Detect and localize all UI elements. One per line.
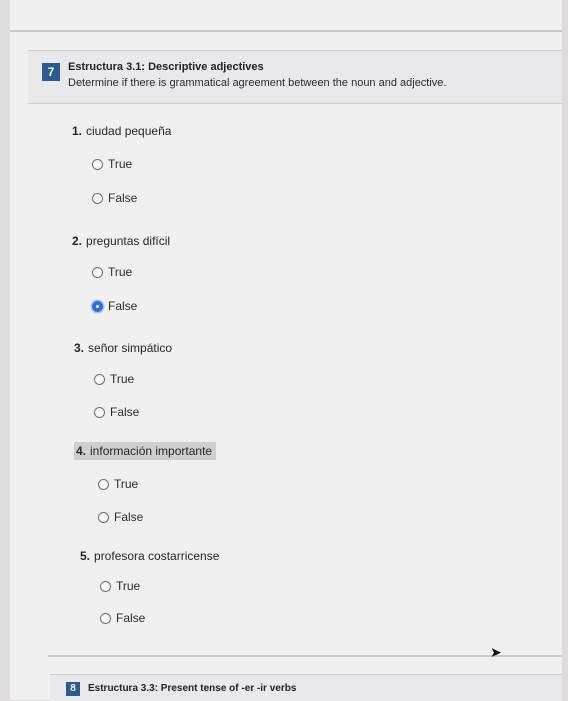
radio-icon[interactable]	[98, 511, 109, 523]
item-4-label: 4. información importante	[74, 442, 217, 460]
question-header: 7 Estructura 3.1: Descriptive adjectives…	[28, 50, 562, 104]
radio-icon[interactable]	[100, 612, 111, 624]
question-number-badge: 7	[42, 63, 60, 81]
item-3-option-false[interactable]: False	[94, 405, 139, 419]
radio-icon[interactable]	[92, 192, 103, 204]
item-1-option-false[interactable]: False	[92, 191, 137, 205]
question-title: Estructura 3.1: Descriptive adjectives	[68, 61, 264, 73]
radio-icon[interactable]	[98, 478, 109, 490]
quiz-page: 7 Estructura 3.1: Descriptive adjectives…	[10, 0, 562, 701]
radio-selected-icon[interactable]	[92, 300, 103, 312]
mouse-cursor-icon: ➤	[490, 644, 502, 660]
item-3-option-true[interactable]: True	[94, 372, 134, 386]
top-divider	[10, 30, 562, 32]
radio-icon[interactable]	[94, 406, 105, 418]
item-2-label: 2. preguntas difícil	[72, 234, 171, 248]
radio-icon[interactable]	[92, 158, 103, 170]
next-question-number-badge: 8	[66, 682, 80, 696]
radio-icon[interactable]	[94, 373, 105, 385]
radio-icon[interactable]	[100, 580, 111, 592]
item-1-label: 1. ciudad pequeña	[72, 124, 172, 138]
item-5-option-true[interactable]: True	[100, 579, 140, 593]
next-question-title: Estructura 3.3: Present tense of -er -ir…	[88, 683, 297, 694]
item-2-option-true[interactable]: True	[92, 265, 132, 279]
next-question-header: 8 Estructura 3.3: Present tense of -er -…	[50, 674, 562, 701]
question-instruction: Determine if there is grammatical agreem…	[68, 77, 447, 89]
item-5-option-false[interactable]: False	[100, 611, 145, 625]
item-2-option-false[interactable]: False	[92, 299, 137, 313]
item-3-label: 3. señor simpático	[74, 341, 173, 355]
highlighted-item: 4. información importante	[74, 442, 217, 460]
item-5-label: 5. profesora costarricense	[80, 549, 220, 563]
bottom-divider	[48, 655, 562, 657]
item-1-option-true[interactable]: True	[92, 157, 132, 171]
radio-icon[interactable]	[92, 266, 103, 278]
item-4-option-false[interactable]: False	[98, 510, 143, 524]
item-4-option-true[interactable]: True	[98, 477, 138, 491]
